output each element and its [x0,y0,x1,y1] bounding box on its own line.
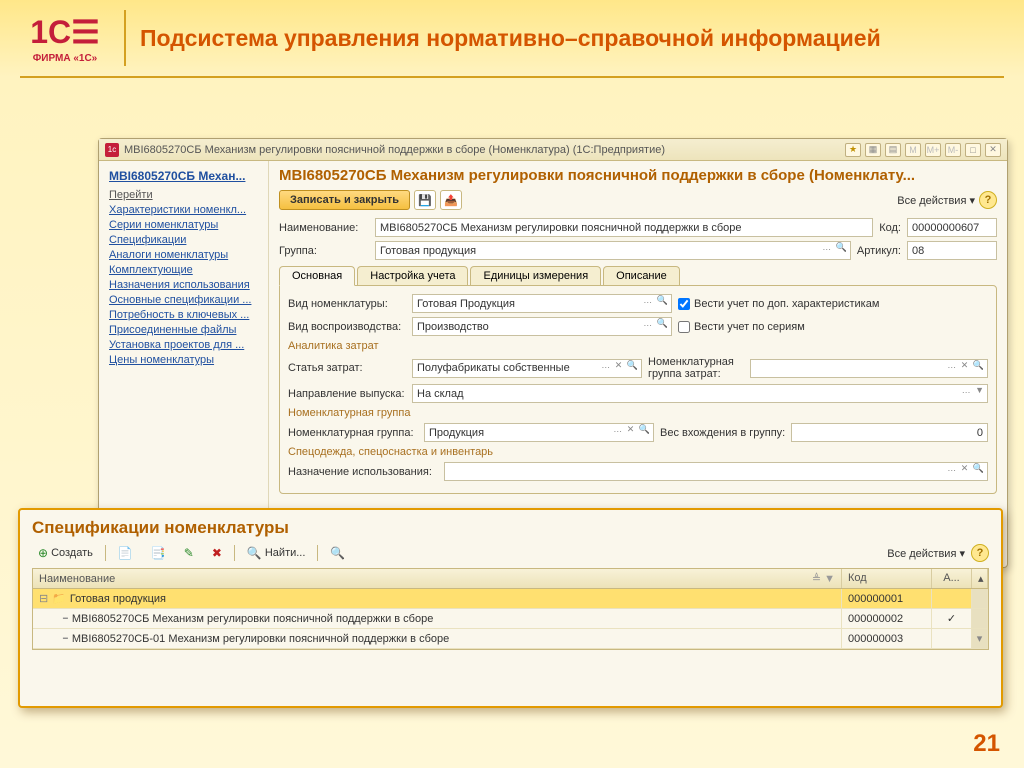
label-weight: Вес вхождения в группу: [660,427,785,439]
sidebar-link-9[interactable]: Установка проектов для ... [109,339,258,351]
tab-main[interactable]: Основная [279,266,355,286]
cost-item-input[interactable] [412,359,642,378]
label-code: Код: [879,222,901,234]
page-number: 21 [973,730,1000,758]
article-input[interactable] [907,241,997,260]
item-icon: ━ [63,614,68,623]
close-icon[interactable]: ✕ [985,143,1001,157]
sidebar-link-4[interactable]: Комплектующие [109,264,258,276]
label-usage: Назначение использования: [288,466,438,478]
save-close-button[interactable]: Записать и закрыть [279,190,410,210]
spec-all-actions[interactable]: Все действия ▾ [887,547,965,560]
action-icon[interactable]: 📤 [440,190,462,210]
nomenclature-window: 1c MBI6805270СБ Механизм регулировки поя… [98,138,1008,568]
copy-icon[interactable]: 📄 [112,544,139,562]
label-cost-item: Статья затрат: [288,362,406,374]
section-nom-group: Номенклатурная группа [288,407,988,419]
code-input[interactable] [907,218,997,237]
scroll-down[interactable]: ▾ [972,629,988,648]
repro-input[interactable] [412,317,672,336]
spec-window: Спецификации номенклатуры ⊕Создать 📄 📑 ✎… [18,508,1003,708]
label-repro: Вид воспроизводства: [288,321,406,333]
item-icon: ━ [63,634,68,643]
sidebar-link-1[interactable]: Серии номенклатуры [109,219,258,231]
edit-icon[interactable]: ✎ [178,544,200,562]
checkbox-extra[interactable]: Вести учет по доп. характеристикам [678,298,879,310]
tab-units[interactable]: Единицы измерения [470,266,601,285]
spec-title: Спецификации номенклатуры [32,518,989,538]
tb-btn-1[interactable]: ▦ [865,143,881,157]
checkbox-series[interactable]: Вести учет по сериям [678,321,805,333]
sidebar: MBI6805270СБ Механ... Перейти Характерис… [99,161,269,567]
tab-accounting[interactable]: Настройка учета [357,266,468,285]
divider-horizontal [20,76,1004,78]
app-icon: 1c [105,143,119,157]
tb-mplus[interactable]: M+ [925,143,941,157]
label-output-dir: Направление выпуска: [288,388,406,400]
sidebar-link-6[interactable]: Основные спецификации ... [109,294,258,306]
slide-title: Подсистема управления нормативно–справоч… [140,25,881,52]
usage-input[interactable] [444,462,988,481]
label-article: Артикул: [857,245,901,257]
section-special: Спецодежда, спецоснастка и инвентарь [288,446,988,458]
logo: 1C☰ ФИРМА «1С» [20,13,110,64]
tabs: Основная Настройка учета Единицы измерен… [279,266,997,285]
col-a[interactable]: А... [932,569,972,588]
label-group: Группа: [279,245,369,257]
tb-mminus[interactable]: M- [945,143,961,157]
output-dir-input[interactable] [412,384,988,403]
all-actions-link[interactable]: Все действия ▾ [897,194,975,207]
spec-help-icon[interactable]: ? [971,544,989,562]
content-title: MBI6805270СБ Механизм регулировки поясни… [279,167,997,184]
weight-input[interactable] [791,423,988,442]
spec-table: Наименование≜ ▼ Код А... ▴ ⊟📁Готовая про… [32,568,989,650]
group-input[interactable] [375,241,851,260]
col-name[interactable]: Наименование≜ ▼ [33,569,842,588]
sidebar-title[interactable]: MBI6805270СБ Механ... [109,169,258,183]
label-name: Наименование: [279,222,369,234]
sidebar-link-5[interactable]: Назначения использования [109,279,258,291]
col-scroll-up[interactable]: ▴ [972,569,988,588]
toolbar: Записать и закрыть 💾 📤 Все действия ▾ ? [279,190,997,210]
sidebar-link-2[interactable]: Спецификации [109,234,258,246]
label-nom-group: Номенклатурная группа: [288,427,418,439]
divider [124,10,126,66]
titlebar: 1c MBI6805270СБ Механизм регулировки поя… [99,139,1007,161]
maximize-icon[interactable]: □ [965,143,981,157]
tree-icon[interactable]: 📑 [145,544,172,562]
content: MBI6805270СБ Механизм регулировки поясни… [269,161,1007,567]
table-row[interactable]: ━MBI6805270СБ-01 Механизм регулировки по… [33,629,988,649]
nom-group-input[interactable] [424,423,654,442]
tb-btn-2[interactable]: ▤ [885,143,901,157]
table-row[interactable]: ⊟📁Готовая продукция 000000001 [33,589,988,609]
label-nom-type: Вид номенклатуры: [288,298,406,310]
sidebar-link-10[interactable]: Цены номенклатуры [109,354,258,366]
sidebar-link-8[interactable]: Присоединенные файлы [109,324,258,336]
sidebar-section: Перейти [109,189,258,201]
section-cost-analytics: Аналитика затрат [288,340,988,352]
spec-toolbar: ⊕Создать 📄 📑 ✎ ✖ 🔍Найти... 🔍 Все действи… [32,544,989,562]
folder-icon: 📁 [52,592,66,605]
slide-header: 1C☰ ФИРМА «1С» Подсистема управления нор… [0,0,1024,66]
clear-filter-icon[interactable]: 🔍 [324,544,351,562]
sidebar-link-0[interactable]: Характеристики номенкл... [109,204,258,216]
tb-m[interactable]: M [905,143,921,157]
help-icon[interactable]: ? [979,191,997,209]
create-button[interactable]: ⊕Создать [32,544,99,562]
label-nom-cost-group: Номенклатурная группа затрат: [648,356,744,380]
nom-cost-group-input[interactable] [750,359,988,378]
tab-panel-main: Вид номенклатуры: Вести учет по доп. хар… [279,285,997,494]
name-input[interactable] [375,218,873,237]
delete-icon[interactable]: ✖ [206,544,228,562]
tab-description[interactable]: Описание [603,266,680,285]
sidebar-link-3[interactable]: Аналоги номенклатуры [109,249,258,261]
find-button[interactable]: 🔍Найти... [241,544,312,562]
nom-type-input[interactable] [412,294,672,313]
save-icon[interactable]: 💾 [414,190,436,210]
col-code[interactable]: Код [842,569,932,588]
favorite-icon[interactable]: ★ [845,143,861,157]
sidebar-link-7[interactable]: Потребность в ключевых ... [109,309,258,321]
window-title: MBI6805270СБ Механизм регулировки поясни… [124,144,845,156]
table-row[interactable]: ━MBI6805270СБ Механизм регулировки поясн… [33,609,988,629]
